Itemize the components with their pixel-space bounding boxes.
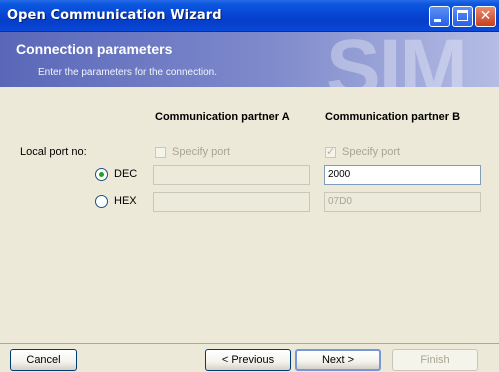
checkmark-icon: ✓ [326, 145, 336, 158]
local-port-label: Local port no: [20, 146, 87, 158]
dec-radio[interactable] [95, 168, 108, 181]
page-heading: Connection parameters [16, 41, 173, 57]
title-bar[interactable]: Open Communication Wizard ✕ [0, 0, 499, 32]
partner-b-header: Communication partner B [325, 111, 461, 123]
partner-a-specify-port-label: Specify port [172, 146, 231, 158]
partner-a-header: Communication partner A [155, 111, 290, 123]
minimize-button[interactable] [429, 6, 450, 27]
minimize-icon [434, 19, 441, 22]
button-bar: Cancel < Previous Next > Finish [0, 344, 499, 372]
brand-watermark: SIM [326, 32, 468, 87]
maximize-icon [457, 10, 468, 21]
partner-a-hex-input[interactable] [153, 192, 310, 212]
wizard-window: Open Communication Wizard ✕ SIM Connecti… [0, 0, 499, 372]
window-title: Open Communication Wizard [7, 8, 222, 23]
wizard-banner: SIM Connection parameters Enter the para… [0, 32, 499, 87]
radio-selected-dot [99, 172, 104, 177]
hex-label: HEX [114, 195, 137, 207]
hex-radio[interactable] [95, 195, 108, 208]
maximize-button[interactable] [452, 6, 473, 27]
partner-a-specify-port-checkbox[interactable] [155, 147, 166, 158]
cancel-button[interactable]: Cancel [10, 349, 77, 371]
next-button[interactable]: Next > [295, 349, 381, 371]
finish-button[interactable]: Finish [392, 349, 478, 371]
partner-b-specify-port-label: Specify port [342, 146, 401, 158]
partner-b-hex-input[interactable]: 07D0 [324, 192, 481, 212]
partner-b-specify-port-checkbox[interactable]: ✓ [325, 145, 336, 158]
page-subtitle: Enter the parameters for the connection. [38, 67, 217, 78]
wizard-content: Communication partner A Communication pa… [0, 88, 499, 343]
close-button[interactable]: ✕ [475, 6, 496, 27]
dec-label: DEC [114, 168, 138, 180]
previous-button[interactable]: < Previous [205, 349, 291, 371]
partner-b-dec-input[interactable]: 2000 [324, 165, 481, 185]
close-icon: ✕ [479, 8, 492, 24]
partner-a-dec-input[interactable] [153, 165, 310, 185]
